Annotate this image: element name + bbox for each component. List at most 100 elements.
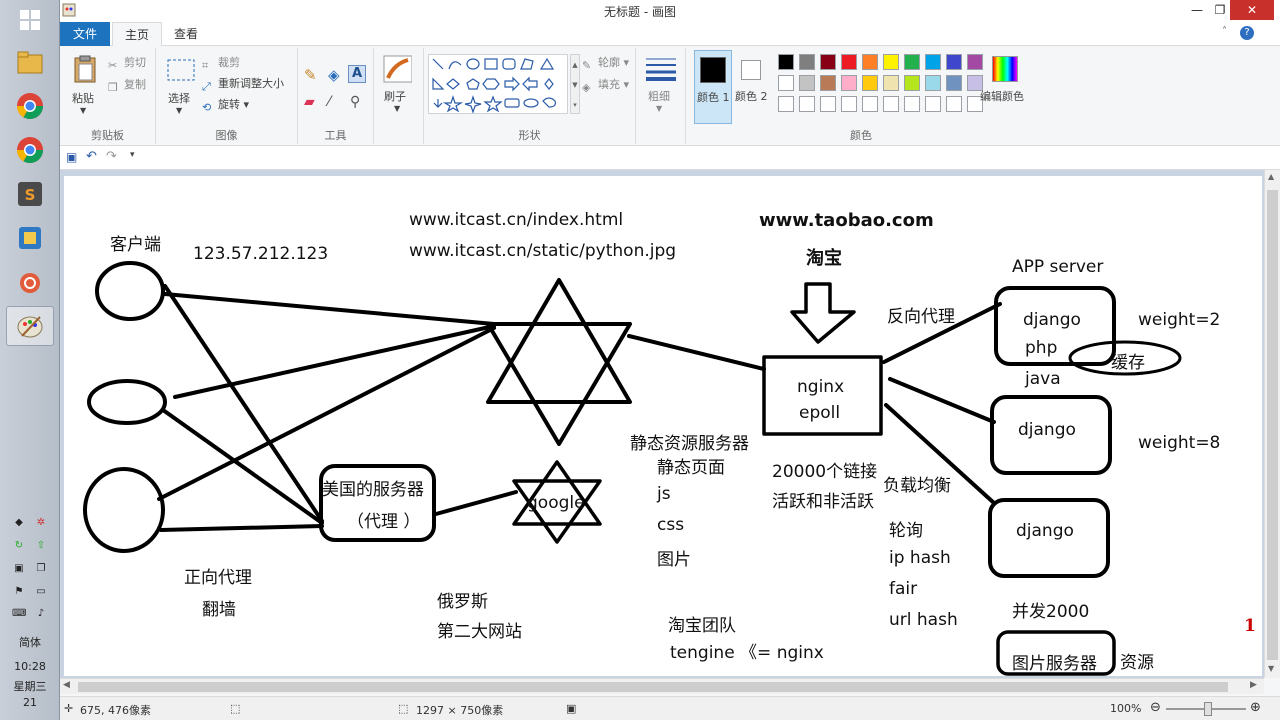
resize-button[interactable]: ⤢ 重新调整大小: [202, 75, 284, 94]
palette-swatch[interactable]: [778, 96, 794, 112]
cut-button[interactable]: ✂ 剪切: [108, 54, 146, 73]
undo-icon[interactable]: ↶: [86, 149, 97, 164]
django3-label: django: [1016, 521, 1074, 541]
palette-swatch[interactable]: [925, 75, 941, 91]
close-button[interactable]: ✕: [1230, 0, 1274, 20]
tray-refresh-icon[interactable]: ↻: [12, 539, 26, 553]
zoom-in-button[interactable]: ⊕: [1250, 700, 1261, 715]
tray-copy-icon[interactable]: ❐: [34, 562, 48, 576]
start-button[interactable]: [6, 0, 54, 40]
eraser-tool[interactable]: ▰: [304, 94, 315, 110]
scroll-down-icon[interactable]: ▼: [1268, 664, 1274, 673]
size-group[interactable]: 粗细 ▼: [636, 48, 686, 144]
horizontal-scroll-thumb[interactable]: [78, 682, 1228, 692]
title-bar[interactable]: 无标题 - 画图 — ❐ ✕: [60, 0, 1280, 22]
palette-swatch[interactable]: [841, 96, 857, 112]
magnifier-tool[interactable]: ⚲: [350, 94, 360, 110]
shapes-gallery[interactable]: [428, 54, 568, 114]
clock-date[interactable]: 21: [0, 696, 60, 709]
paste-button[interactable]: 粘贴 ▼: [68, 52, 104, 122]
palette-swatch[interactable]: [799, 54, 815, 70]
palette-swatch[interactable]: [820, 96, 836, 112]
url-static-label: www.itcast.cn/static/python.jpg: [409, 241, 677, 261]
help-icon[interactable]: ?: [1240, 26, 1254, 40]
outline-button[interactable]: ✎ 轮廓 ▾: [582, 54, 629, 73]
collapse-ribbon-icon[interactable]: ˄: [1222, 26, 1227, 37]
palette-swatch[interactable]: [904, 54, 920, 70]
fill-tool[interactable]: ◈: [328, 66, 340, 84]
brushes-group[interactable]: 刷子 ▼: [374, 48, 424, 144]
image-group: 选择 ▼ ⌗ 裁剪 ⤢ 重新调整大小 ⟲ 旋转 ▾ 图像: [156, 48, 298, 144]
crop-button[interactable]: ⌗ 裁剪: [202, 54, 240, 73]
palette-swatch[interactable]: [862, 96, 878, 112]
palette-swatch[interactable]: [799, 75, 815, 91]
color-picker-tool[interactable]: ⁄: [328, 94, 330, 110]
horizontal-scrollbar[interactable]: ◀ ▶: [60, 678, 1264, 694]
chrome-taskbar-button-1[interactable]: [6, 86, 54, 126]
clock-time[interactable]: 10:28: [0, 660, 60, 673]
palette-swatch[interactable]: [841, 75, 857, 91]
tab-home[interactable]: 主页: [112, 22, 163, 47]
virtualbox-taskbar-button[interactable]: [6, 218, 54, 258]
color1-button[interactable]: 颜色 1: [694, 50, 732, 124]
palette-swatch[interactable]: [904, 96, 920, 112]
vertical-scroll-thumb[interactable]: [1267, 190, 1278, 660]
palette-swatch[interactable]: [820, 75, 836, 91]
file-explorer-taskbar-button[interactable]: [6, 42, 54, 82]
palette-swatch[interactable]: [925, 54, 941, 70]
select-button[interactable]: 选择 ▼: [164, 52, 198, 122]
shapes-gallery-scroll[interactable]: ▲ ▼ ▾: [570, 54, 580, 114]
input-language[interactable]: 简体: [0, 634, 60, 650]
scroll-left-icon[interactable]: ◀: [63, 680, 70, 690]
tray-settings-icon[interactable]: ✲: [34, 516, 48, 530]
tray-keyboard-icon[interactable]: ⌨: [12, 607, 26, 621]
palette-swatch[interactable]: [883, 96, 899, 112]
chrome-taskbar-button-2[interactable]: [6, 130, 54, 170]
color2-button[interactable]: 颜色 2: [734, 50, 770, 124]
palette-swatch[interactable]: [883, 75, 899, 91]
palette-swatch[interactable]: [778, 54, 794, 70]
tray-flag-icon[interactable]: ⚑: [12, 585, 26, 599]
rotate-button[interactable]: ⟲ 旋转 ▾: [202, 96, 249, 115]
palette-swatch[interactable]: [904, 75, 920, 91]
vertical-scrollbar[interactable]: ▲ ▼: [1264, 170, 1280, 678]
palette-swatch[interactable]: [820, 54, 836, 70]
palette-swatch[interactable]: [799, 96, 815, 112]
palette-swatch[interactable]: [778, 75, 794, 91]
copy-button[interactable]: ❐ 复制: [108, 76, 146, 95]
brush-dropdown-icon[interactable]: ▼: [394, 104, 400, 113]
palette-swatch[interactable]: [946, 75, 962, 91]
clock-weekday[interactable]: 星期三: [0, 678, 60, 694]
pencil-tool[interactable]: ✎: [304, 66, 317, 84]
redo-icon[interactable]: ↷: [106, 149, 117, 164]
scroll-up-icon[interactable]: ▲: [1268, 172, 1274, 181]
palette-swatch[interactable]: [841, 54, 857, 70]
tray-volume-icon[interactable]: ♪: [34, 607, 48, 621]
palette-swatch[interactable]: [862, 75, 878, 91]
tab-view[interactable]: 查看: [162, 22, 210, 46]
tab-file[interactable]: 文件: [60, 22, 110, 46]
palette-swatch[interactable]: [862, 54, 878, 70]
palette-swatch[interactable]: [925, 96, 941, 112]
sublime-taskbar-button[interactable]: S: [6, 174, 54, 214]
tray-network-icon[interactable]: ◆: [12, 516, 26, 530]
fill-shape-button[interactable]: ◈ 填充 ▾: [582, 76, 629, 95]
drawing-canvas[interactable]: 客户端 123.57.212.123 www.itcast.cn/index.h…: [64, 176, 1262, 676]
tray-monitor-icon[interactable]: ▭: [34, 585, 48, 599]
palette-swatch[interactable]: [946, 54, 962, 70]
customize-qat-icon[interactable]: ▾: [130, 150, 135, 160]
zoom-out-button[interactable]: ⊖: [1150, 700, 1161, 715]
edit-colors-button[interactable]: 编辑颜色: [980, 50, 1030, 124]
snail-app-taskbar-button[interactable]: [6, 262, 54, 302]
scroll-right-icon[interactable]: ▶: [1250, 680, 1257, 690]
paste-dropdown-icon[interactable]: ▼: [80, 106, 86, 115]
text-tool[interactable]: A: [348, 65, 366, 83]
tray-shield-icon[interactable]: ▣: [12, 562, 26, 576]
tray-update-icon[interactable]: ⇧: [34, 539, 48, 553]
paint-taskbar-button[interactable]: [6, 306, 54, 346]
save-icon[interactable]: ▣: [66, 150, 77, 164]
zoom-slider-thumb[interactable]: [1204, 702, 1212, 716]
palette-swatch[interactable]: [946, 96, 962, 112]
palette-swatch[interactable]: [883, 54, 899, 70]
select-dropdown-icon[interactable]: ▼: [176, 106, 182, 115]
